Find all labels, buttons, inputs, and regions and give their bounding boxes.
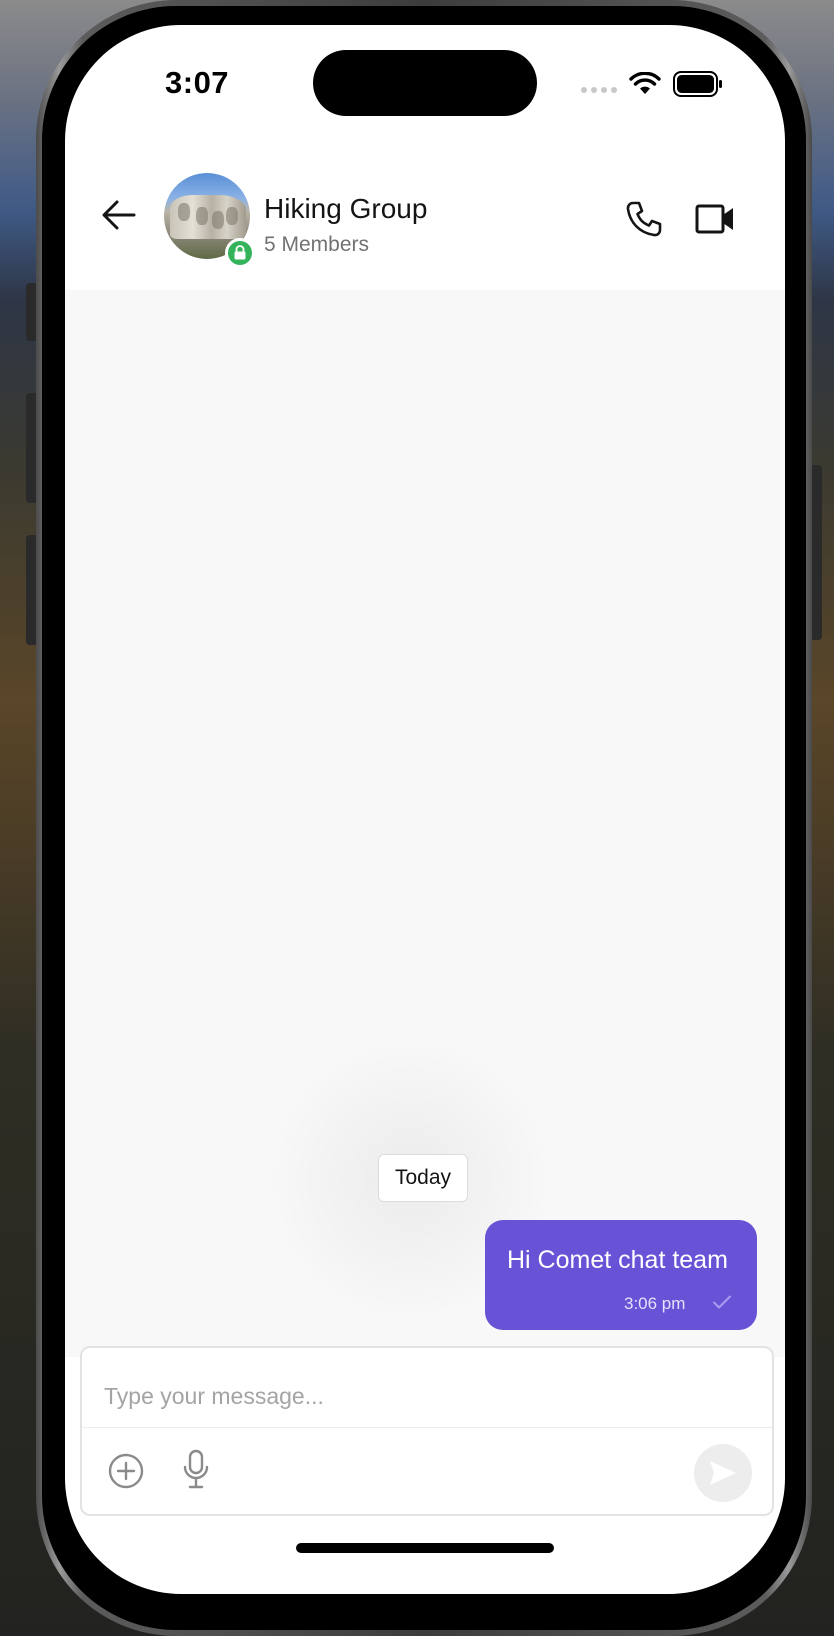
wifi-icon [629, 72, 661, 94]
group-title[interactable]: Hiking Group [264, 193, 427, 225]
message-text: Hi Comet chat team [507, 1246, 728, 1274]
cellular-signal-icon [581, 87, 617, 93]
video-camera-icon[interactable] [695, 202, 735, 236]
chat-header: Hiking Group 5 Members [65, 140, 785, 290]
phone-icon[interactable] [625, 200, 663, 238]
avatar-face [226, 207, 238, 225]
message-composer [80, 1346, 774, 1516]
dynamic-island [313, 50, 537, 116]
date-separator: Today [378, 1154, 469, 1202]
outgoing-message-bubble[interactable]: Hi Comet chat team 3:06 pm [485, 1220, 757, 1330]
send-button[interactable] [694, 1444, 752, 1502]
composer-divider [82, 1427, 772, 1428]
lock-icon [225, 238, 255, 268]
plus-circle-icon[interactable] [108, 1453, 144, 1489]
avatar-face [178, 203, 190, 221]
microphone-icon[interactable] [182, 1449, 210, 1489]
status-time: 3:07 [165, 65, 230, 100]
back-arrow-icon[interactable] [101, 197, 137, 233]
member-count: 5 Members [264, 233, 370, 256]
message-list[interactable]: Today Hi Comet chat team 3:06 pm [65, 290, 785, 1357]
avatar-face [196, 207, 208, 225]
sent-check-icon [713, 1295, 731, 1309]
home-indicator[interactable] [296, 1543, 554, 1553]
battery-icon [673, 71, 722, 97]
message-input[interactable] [104, 1378, 744, 1414]
message-time: 3:06 pm [624, 1294, 686, 1313]
send-icon [710, 1461, 736, 1485]
avatar-face [212, 211, 224, 229]
phone-screen: 3:07 Hiking Group 5 Members Today Hi Com… [65, 25, 785, 1594]
